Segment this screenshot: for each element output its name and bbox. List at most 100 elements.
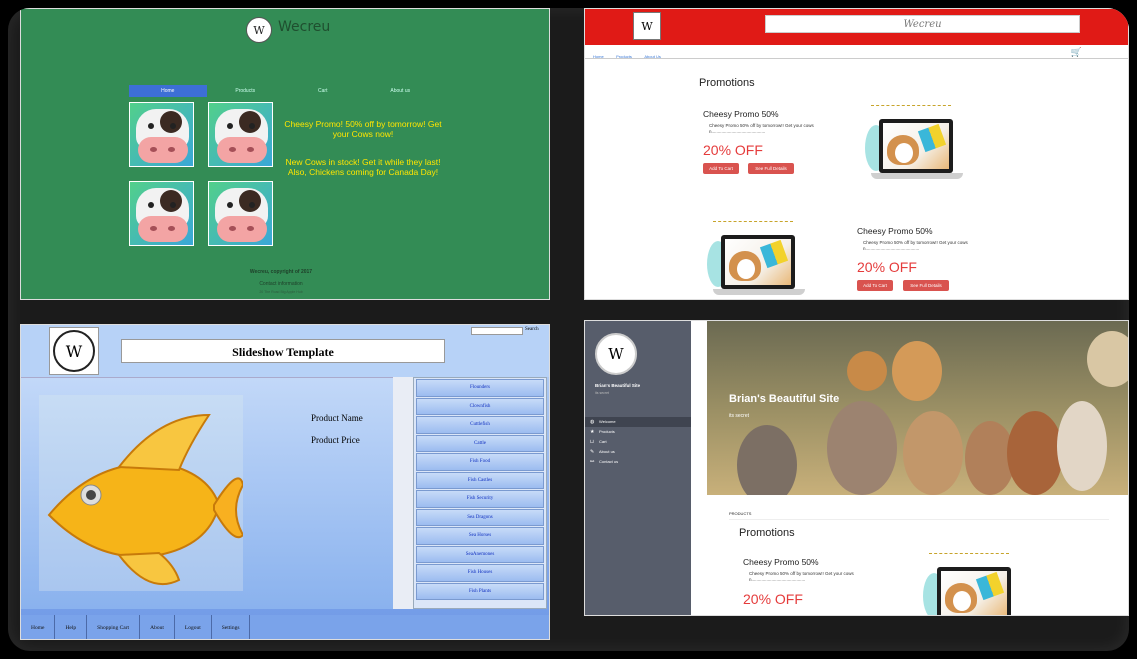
search-button[interactable]: Search [525, 327, 539, 332]
stock-text: New Cows in stock! Get it while they las… [285, 157, 441, 177]
site-title: Wecreu [765, 15, 1080, 33]
card-text: Cheesy Promo 50% off by tomorrow!! Get y… [863, 240, 968, 251]
see-details-button[interactable]: See Full Details [903, 280, 949, 291]
scrollbar[interactable] [393, 377, 413, 609]
cow-image[interactable] [208, 102, 273, 167]
cow-image[interactable] [129, 102, 194, 167]
sidebar-item-cart[interactable]: ⊔ Cart [585, 437, 691, 447]
cat-image [847, 351, 887, 391]
card-title: Cheesy Promo 50% [857, 226, 933, 236]
nav-home[interactable]: Home [129, 85, 207, 97]
section-title: Promotions [739, 527, 795, 539]
discount-label: 20% OFF [743, 591, 803, 607]
list-item[interactable]: Sea Dragons [416, 508, 544, 526]
sidebar-menu: ◍ Welcome ★ Products ⊔ Cart ✎ About us ⚯ Cont… [585, 417, 691, 467]
bottom-nav: Home Help Shopping Cart About Logout Set… [21, 615, 549, 639]
dog-image [1007, 411, 1063, 495]
cart-icon[interactable]: 🛒 [1071, 47, 1082, 58]
fish-image[interactable] [39, 395, 245, 591]
list-item[interactable]: Fish Castles [416, 471, 544, 489]
add-to-cart-button[interactable]: Add To Cart [703, 163, 739, 174]
card-title: Cheesy Promo 50% [743, 557, 819, 567]
nav-help[interactable]: Help [55, 615, 88, 639]
nav-bar: Home Products Cart About us [129, 85, 439, 97]
sidebar-item-label: Contact us [599, 459, 619, 464]
nav-settings[interactable]: Settings [212, 615, 251, 639]
discount-label: 20% OFF [703, 142, 763, 158]
list-item[interactable]: Cattle [416, 434, 544, 452]
search-input[interactable] [471, 327, 523, 335]
hero-subtitle: its secret [729, 413, 750, 419]
sidebar-item-contact[interactable]: ⚯ Contact us [585, 457, 691, 467]
list-item[interactable]: Fish Security [416, 490, 544, 508]
site-logo[interactable]: W [49, 327, 99, 375]
brian-site-panel: W Brian's Beautiful Site its secret ◍ Wel… [584, 320, 1129, 616]
product-name: Product Name [311, 413, 363, 423]
nav-about[interactable]: About Us [644, 54, 660, 59]
sidebar-item-products[interactable]: ★ Products [585, 427, 691, 437]
dog-image [1057, 401, 1107, 491]
divider [729, 519, 1109, 520]
promo-image[interactable] [923, 553, 1023, 615]
star-icon: ★ [590, 429, 595, 435]
list-item[interactable]: Fish Food [416, 453, 544, 471]
discount-label: 20% OFF [857, 259, 917, 275]
promo-text: Cheesy Promo! 50% off by tomorrow! Get y… [284, 119, 442, 139]
globe-icon: ◍ [590, 419, 595, 425]
footer-copyright: Wecreu, copyright of 2017 [249, 269, 313, 275]
add-to-cart-button[interactable]: Add To Cart [857, 280, 893, 291]
cat-image [892, 341, 942, 401]
dog-image [1087, 331, 1128, 387]
list-item[interactable]: Sea Horses [416, 527, 544, 545]
product-price: Product Price [311, 435, 360, 445]
site-logo[interactable]: W [246, 17, 272, 43]
nav-cart[interactable]: Cart [284, 85, 362, 97]
cat-image [903, 411, 963, 495]
promo-image[interactable] [865, 105, 965, 195]
nav-shopping-cart[interactable]: Shopping Cart [87, 615, 141, 639]
sidebar-item-label: Products [599, 429, 615, 434]
footer-contact[interactable]: Contact information [181, 281, 381, 287]
site-logo[interactable]: W [595, 333, 637, 375]
pencil-icon: ✎ [590, 449, 595, 455]
sidebar-item-about[interactable]: ✎ About us [585, 447, 691, 457]
list-item[interactable]: Fish Plants [416, 582, 544, 600]
promo-image[interactable] [707, 221, 807, 299]
link-icon: ⚯ [590, 459, 595, 465]
nav-about[interactable]: About [140, 615, 175, 639]
nav-logout[interactable]: Logout [175, 615, 212, 639]
site-subtitle: its secret [595, 391, 610, 395]
sidebar-item-welcome[interactable]: ◍ Welcome [585, 417, 691, 427]
hero-title: Brian's Beautiful Site [729, 393, 840, 405]
sidebar-item-label: Welcome [599, 419, 616, 424]
card-title: Cheesy Promo 50% [703, 109, 779, 119]
list-item[interactable]: Flounders [416, 379, 544, 397]
list-item[interactable]: Fish Houses [416, 564, 544, 582]
red-site-panel: W Wecreu Home Products About Us 🛒 Promot… [584, 8, 1129, 300]
list-item[interactable]: SeaAnemones [416, 545, 544, 563]
nav-products[interactable]: Products [616, 54, 632, 59]
hero-banner: Brian's Beautiful Site its secret [707, 321, 1128, 495]
nav-bar: Home Products About Us [585, 45, 1128, 59]
cow-image[interactable] [208, 181, 273, 246]
site-logo[interactable]: W [633, 12, 661, 40]
sidebar-item-label: Cart [599, 439, 607, 444]
nav-about[interactable]: About us [362, 85, 440, 97]
list-item[interactable]: Cuttlefish [416, 416, 544, 434]
nav-home[interactable]: Home [593, 54, 604, 59]
nav-products[interactable]: Products [207, 85, 285, 97]
section-title: Promotions [699, 77, 755, 89]
products-heading: PRODUCTS [729, 511, 752, 516]
screenshot-collage: W Wecreu Home Products Cart About us Che… [8, 8, 1129, 651]
site-brand: Wecreu [278, 19, 331, 35]
logo-glyph: W [53, 330, 95, 372]
cat-image [737, 425, 797, 495]
fish-icon [47, 413, 245, 585]
cow-image[interactable] [129, 181, 194, 246]
list-item[interactable]: Clownfish [416, 397, 544, 415]
footer-address: 20 The Road Big Apple Hub [259, 290, 303, 294]
nav-home[interactable]: Home [21, 615, 56, 639]
category-list: Flounders Clownfish Cuttlefish Cattle Fi… [413, 377, 547, 609]
see-details-button[interactable]: See Full Details [748, 163, 794, 174]
slideshow-panel: W Slideshow Template Search Product Name… [20, 324, 550, 640]
